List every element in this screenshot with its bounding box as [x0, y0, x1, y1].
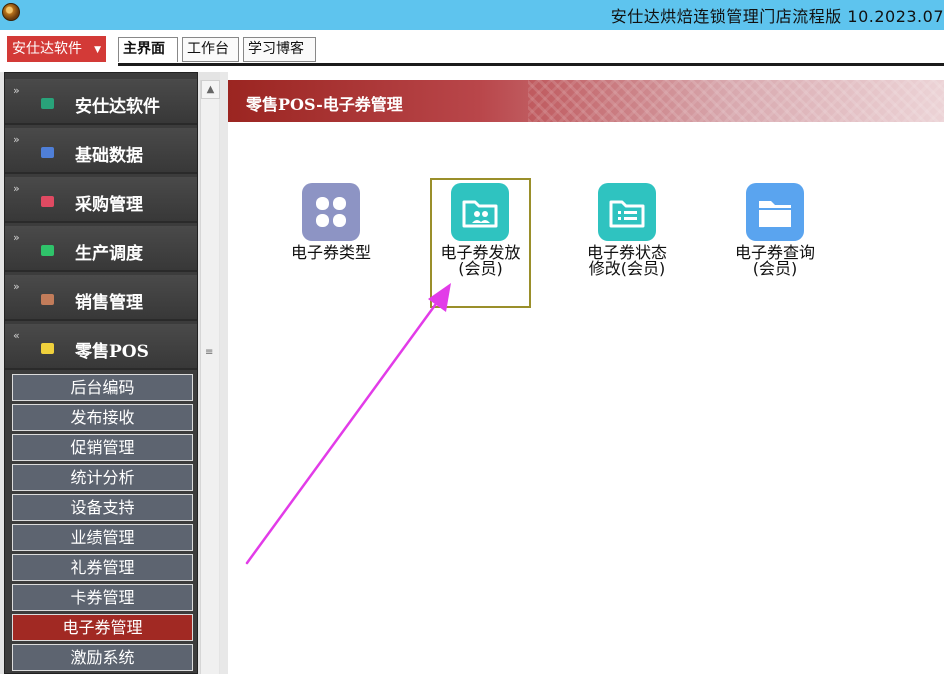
brown-square-icon	[41, 294, 54, 305]
window-title: 安仕达烘焙连锁管理门店流程版 10.2023.07	[610, 7, 944, 26]
sidebar-item-label: 安仕达软件	[75, 97, 160, 117]
sub-item-incentive[interactable]: 激励系统	[12, 644, 193, 671]
content-panel: 零售POS-电子券管理 电子券类型 电子券发放 (会员) 电子券状态 修改(会员…	[228, 72, 944, 674]
expand-chevron-icon: »	[13, 182, 20, 195]
scroll-up-button[interactable]: ▲	[201, 80, 220, 99]
sub-item-publish-receive[interactable]: 发布接收	[12, 404, 193, 431]
caret-down-icon: ▼	[94, 45, 101, 55]
tile-label: 电子券类型	[281, 245, 381, 261]
app-window: 安仕达烘焙连锁管理门店流程版 10.2023.07 安仕达软件 ▼ 主界面 工作…	[0, 0, 944, 674]
expand-chevron-icon: »	[13, 133, 20, 146]
sidebar-item-label: 销售管理	[75, 293, 143, 313]
sub-item-gift-voucher[interactable]: 礼券管理	[12, 554, 193, 581]
folder-icon	[746, 183, 804, 241]
tile-label-line2: (会员)	[752, 259, 798, 278]
expand-chevron-icon: »	[13, 231, 20, 244]
sidebar-item-label: 采购管理	[75, 195, 143, 215]
yellow-square-icon	[41, 343, 54, 354]
sub-item-backend-coding[interactable]: 后台编码	[12, 374, 193, 401]
tile-e-voucher-type[interactable]: 电子券类型	[281, 182, 381, 312]
page-title: 零售POS-电子券管理	[246, 95, 403, 114]
teal-square-icon	[41, 98, 54, 109]
blue-square-icon	[41, 147, 54, 158]
tab-workbench[interactable]: 工作台	[182, 37, 239, 62]
expand-chevron-icon: »	[13, 84, 20, 97]
folder-users-icon	[451, 183, 509, 241]
tile-e-voucher-query[interactable]: 电子券查询 (会员)	[725, 182, 825, 312]
tile-label-line2: 修改(会员)	[588, 259, 666, 278]
sidebar-item-label: 零售POS	[75, 342, 149, 362]
content-header: 零售POS-电子券管理	[228, 80, 944, 122]
red-square-icon	[41, 196, 54, 207]
sidebar-nav: » 安仕达软件 » 基础数据 » 采购管理 » 生产调度 » 销售管理 « 零售…	[4, 72, 198, 674]
menu-bar: 安仕达软件 ▼ 主界面 工作台 学习博客	[0, 30, 944, 66]
sidebar-scrollbar[interactable]: ▲ ≡	[200, 80, 220, 674]
folder-list-icon	[598, 183, 656, 241]
tile-label: 电子券状态 修改(会员)	[577, 245, 677, 277]
tile-label: 电子券发放 (会员)	[432, 245, 529, 277]
header-pattern	[528, 80, 944, 122]
sub-item-promotion[interactable]: 促销管理	[12, 434, 193, 461]
tab-study-blog[interactable]: 学习博客	[243, 37, 316, 62]
tab-main[interactable]: 主界面	[118, 37, 178, 62]
sidebar-item-purchasing[interactable]: » 采购管理	[5, 177, 197, 223]
sub-item-card-voucher[interactable]: 卡券管理	[12, 584, 193, 611]
sub-item-performance[interactable]: 业绩管理	[12, 524, 193, 551]
tile-label: 电子券查询 (会员)	[725, 245, 825, 277]
brand-menu-button[interactable]: 安仕达软件 ▼	[7, 36, 106, 62]
sub-item-statistics[interactable]: 统计分析	[12, 464, 193, 491]
tile-label-line1: 电子券类型	[290, 243, 371, 262]
app-logo-icon	[2, 3, 20, 21]
green-square-icon	[41, 245, 54, 256]
sidebar: » 安仕达软件 » 基础数据 » 采购管理 » 生产调度 » 销售管理 « 零售…	[0, 72, 224, 674]
menubar-divider	[118, 63, 944, 66]
tile-label-line2: (会员)	[458, 259, 503, 278]
clover-grid-icon	[302, 183, 360, 241]
sidebar-item-label: 基础数据	[75, 146, 143, 166]
sidebar-item-anshida[interactable]: » 安仕达软件	[5, 79, 197, 125]
sub-item-e-voucher[interactable]: 电子券管理	[12, 614, 193, 641]
scroll-grip-icon[interactable]: ≡	[205, 348, 215, 358]
pane-splitter[interactable]	[220, 72, 228, 674]
collapse-chevron-icon: «	[13, 329, 20, 342]
sidebar-item-basic-data[interactable]: » 基础数据	[5, 128, 197, 174]
sub-item-device-support[interactable]: 设备支持	[12, 494, 193, 521]
sidebar-item-retail-pos[interactable]: « 零售POS	[5, 324, 197, 370]
tile-e-voucher-issue[interactable]: 电子券发放 (会员)	[430, 178, 531, 308]
sidebar-item-label: 生产调度	[75, 244, 143, 264]
title-bar: 安仕达烘焙连锁管理门店流程版 10.2023.07	[0, 0, 944, 30]
sidebar-item-sales[interactable]: » 销售管理	[5, 275, 197, 321]
tile-e-voucher-status[interactable]: 电子券状态 修改(会员)	[577, 182, 677, 312]
sidebar-item-production[interactable]: » 生产调度	[5, 226, 197, 272]
brand-menu-label: 安仕达软件	[12, 41, 82, 57]
expand-chevron-icon: »	[13, 280, 20, 293]
